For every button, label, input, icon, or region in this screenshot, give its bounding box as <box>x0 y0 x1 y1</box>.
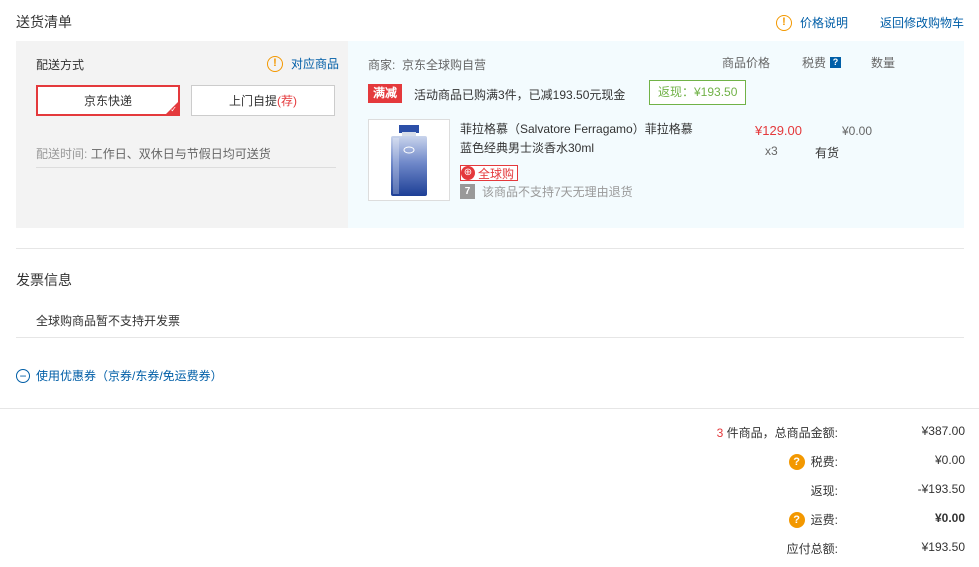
divider <box>16 337 964 338</box>
total-goods-amount: ¥387.00 <box>921 424 965 438</box>
product-image[interactable] <box>368 119 450 201</box>
price-explain-label[interactable]: 价格说明 <box>800 14 848 31</box>
jd-express-label: 京东快递 <box>83 94 132 108</box>
tax-amount: ¥0.00 <box>934 453 965 467</box>
promo-description: 活动商品已购满3件，已减193.50元现金 <box>414 88 626 102</box>
global-purchase-label: 全球购 <box>478 166 515 181</box>
tax-summary-label: ? 税费: <box>788 453 838 470</box>
info-warning-icon: ! <box>776 14 792 31</box>
delivery-time-label: 配送时间: <box>36 147 88 161</box>
info-warning-icon: ! <box>267 55 283 72</box>
divider <box>16 248 964 249</box>
column-price-header: 商品价格 <box>722 56 771 70</box>
self-pickup-label: 上门自提 <box>228 94 277 108</box>
divider <box>36 167 336 168</box>
section-title: 送货清单 <box>16 14 72 30</box>
no-return-label: 该商品不支持7天无理由退货 <box>482 185 633 199</box>
column-tax-header: 税费 ? <box>802 54 842 71</box>
divider <box>0 408 979 409</box>
tax-label: 税费: <box>810 455 838 469</box>
back-to-cart-link[interactable]: 返回修改购物车 <box>880 14 964 31</box>
no-return-icon: 7 <box>460 184 475 199</box>
checkmark-icon: ✓ <box>170 105 177 114</box>
price-explain-link[interactable]: ! 价格说明 <box>776 14 848 31</box>
freight-label: 运费: <box>810 513 838 527</box>
column-qty-header: 数量 <box>871 56 896 70</box>
help-question-icon[interactable]: ? <box>830 57 842 68</box>
shipping-method-label: 配送方式 <box>36 58 85 72</box>
global-purchase-badge: ⊕ 全球购 <box>460 165 519 181</box>
delivery-time: 配送时间: 工作日、双休日与节假日均可送货 <box>36 145 271 162</box>
self-pickup-option[interactable]: 上门自提 (荐) <box>191 85 335 116</box>
product-name-line2[interactable]: 蓝色经典男士淡香水30ml <box>460 139 710 158</box>
invoice-title: 发票信息 <box>16 272 72 288</box>
merchant-info: 商家: 京东全球购自营 <box>368 56 486 73</box>
rebate-badge: 返现：¥193.50 <box>649 80 747 105</box>
corresponding-goods-label[interactable]: 对应商品 <box>291 55 339 72</box>
stock-status: 有货 <box>815 146 840 160</box>
product-name-line1[interactable]: 菲拉格慕（Salvatore Ferragamo）菲拉格慕 <box>460 120 710 139</box>
rebate-summary-label: 返现: <box>810 484 838 498</box>
total-goods-label: 3 件商品，总商品金额: <box>717 424 838 441</box>
item-count: 3 <box>716 425 724 440</box>
globe-icon: ⊕ <box>461 166 475 180</box>
jd-express-option[interactable]: 京东快递 ✓ <box>36 85 180 116</box>
recommended-tag: (荐) <box>277 94 297 108</box>
corresponding-goods-link[interactable]: ! 对应商品 <box>267 55 339 72</box>
freight-summary-label: ? 运费: <box>788 511 838 528</box>
merchant-name: 京东全球购自营 <box>402 58 487 72</box>
promo-badge: 满减 <box>368 84 403 103</box>
use-coupon-label[interactable]: 使用优惠券（京券/东券/免运费券） <box>36 367 223 384</box>
no-return-notice: 7 该商品不支持7天无理由退货 <box>460 183 633 200</box>
help-question-icon[interactable]: ? <box>788 511 805 528</box>
payable-amount: ¥193.50 <box>921 540 965 554</box>
rebate-amount: -¥193.50 <box>917 482 965 496</box>
column-tax-label: 税费 <box>802 56 827 70</box>
merchant-label: 商家: <box>368 58 396 72</box>
help-question-icon[interactable]: ? <box>788 453 805 470</box>
collapse-minus-icon[interactable]: − <box>16 368 30 383</box>
use-coupon-toggle[interactable]: − 使用优惠券（京券/东券/免运费券） <box>16 367 223 384</box>
product-price: ¥129.00 <box>755 123 802 138</box>
product-name[interactable]: 菲拉格慕（Salvatore Ferragamo）菲拉格慕 蓝色经典男士淡香水3… <box>460 120 710 158</box>
payable-label: 应付总额: <box>786 542 838 556</box>
freight-amount: ¥0.00 <box>934 511 965 525</box>
product-quantity: x3 <box>765 144 778 158</box>
product-tax: ¥0.00 <box>842 124 873 138</box>
delivery-time-value: 工作日、双休日与节假日均可送货 <box>90 147 271 161</box>
perfume-bottle-image <box>391 125 427 196</box>
invoice-notice: 全球购商品暂不支持开发票 <box>36 314 181 328</box>
item-count-label: 件商品，总商品金额: <box>726 426 838 440</box>
